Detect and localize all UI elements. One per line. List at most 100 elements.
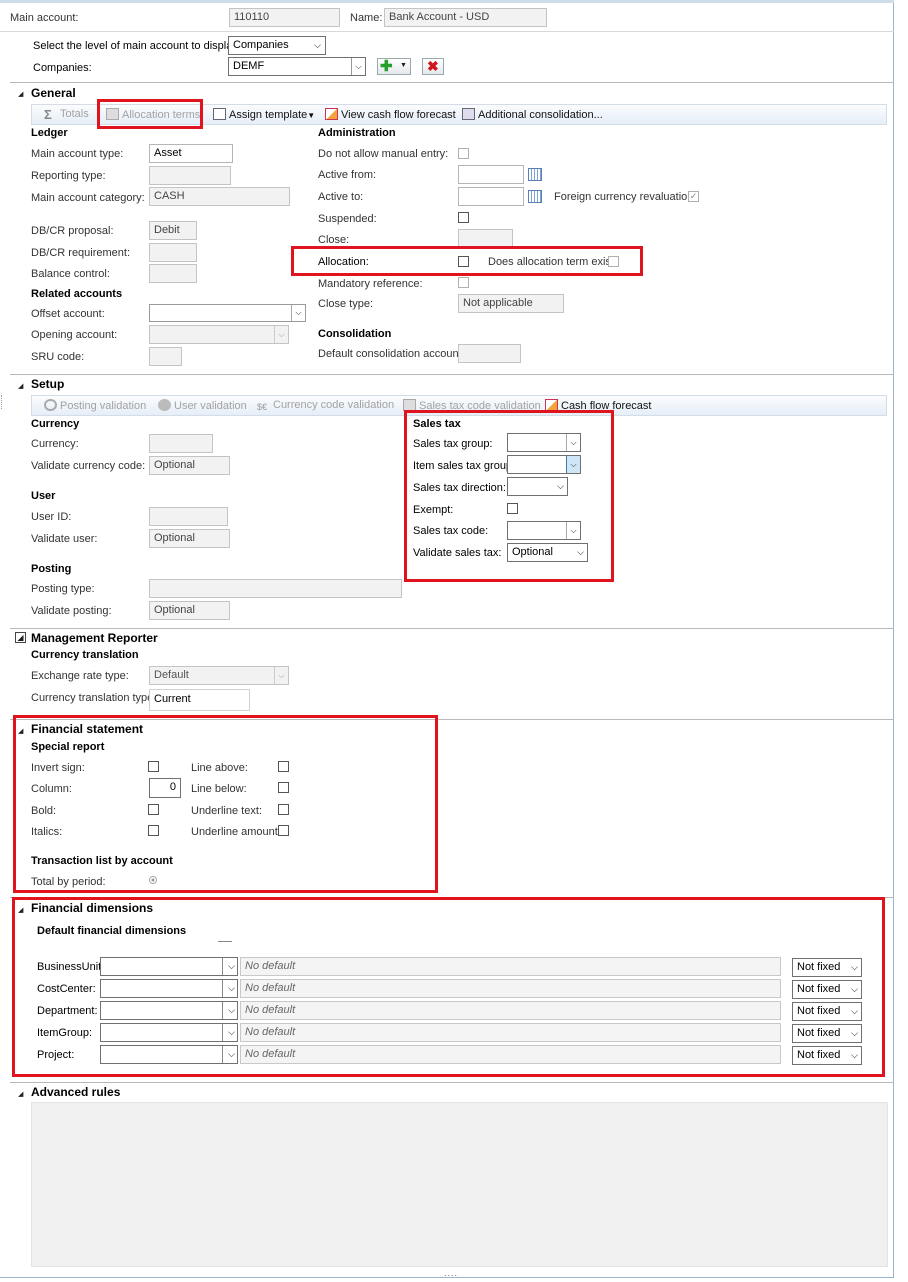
currency-translation-title: Currency translation: [31, 649, 139, 661]
setup-section-title[interactable]: Setup: [31, 377, 64, 391]
advanced-rules-panel: [31, 1102, 888, 1267]
mgmt-reporter-section-title[interactable]: Management Reporter: [31, 631, 158, 645]
active-to-label: Active to:: [318, 191, 364, 203]
calendar-icon[interactable]: [528, 168, 542, 181]
validate-posting-field[interactable]: Optional: [149, 601, 230, 620]
validate-user-field[interactable]: Optional: [149, 529, 230, 548]
close-type-field[interactable]: Not applicable: [458, 294, 564, 313]
dbcr-requirement-label: DB/CR requirement:: [31, 247, 131, 259]
companies-select[interactable]: DEMF ⌵: [228, 57, 366, 76]
plus-icon: ✚: [380, 58, 393, 75]
advanced-rules-section-title[interactable]: Advanced rules: [31, 1085, 120, 1099]
expand-mgmt-reporter-icon[interactable]: ◢: [15, 632, 26, 643]
user-id-label: User ID:: [31, 511, 72, 523]
highlight-financial-statement: [13, 715, 438, 893]
reporting-type-field[interactable]: [149, 166, 231, 185]
dbcr-proposal-label: DB/CR proposal:: [31, 225, 114, 237]
main-account-field[interactable]: 110110: [229, 8, 340, 27]
active-from-label: Active from:: [318, 169, 377, 181]
dbcr-proposal-field[interactable]: Debit: [149, 221, 197, 240]
add-company-button[interactable]: ✚ ▼: [377, 58, 411, 75]
chart-icon: [325, 108, 338, 120]
mandatory-reference-checkbox[interactable]: [458, 277, 469, 288]
main-account-category-field[interactable]: CASH: [149, 187, 290, 206]
user-id-field[interactable]: [149, 507, 228, 526]
no-manual-entry-checkbox[interactable]: [458, 148, 469, 159]
suspended-label: Suspended:: [318, 213, 377, 225]
general-section-title[interactable]: General: [31, 86, 76, 100]
calendar-icon[interactable]: [528, 190, 542, 203]
translation-type-field[interactable]: Current: [149, 689, 250, 711]
name-field[interactable]: Bank Account - USD: [384, 8, 547, 27]
sigma-icon: Σ: [44, 107, 52, 122]
level-select[interactable]: Companies ⌵: [228, 36, 326, 55]
posting-title: Posting: [31, 563, 72, 575]
main-account-category-label: Main account category:: [31, 192, 145, 204]
chevron-down-icon: ⌵: [314, 40, 321, 50]
additional-consolidation-button[interactable]: Additional consolidation...: [462, 108, 603, 121]
companies-label: Companies:: [33, 62, 92, 74]
highlight-sales-tax: [404, 410, 614, 582]
highlight-allocation: [291, 246, 643, 276]
dropdown-arrow-icon: ▼: [400, 62, 407, 69]
top-border: [0, 0, 894, 3]
offset-account-label: Offset account:: [31, 308, 105, 320]
close-label: Close:: [318, 234, 350, 246]
collapse-setup-icon[interactable]: ◢: [18, 382, 23, 390]
reporting-type-label: Reporting type:: [31, 170, 106, 182]
view-cash-flow-button[interactable]: View cash flow forecast: [325, 108, 456, 121]
totals-button[interactable]: Σ Totals: [44, 108, 89, 121]
currency-validation-button[interactable]: $€ Currency code validation: [257, 399, 394, 413]
highlight-financial-dimensions: [12, 897, 885, 1077]
chevron-down-icon: ⌵: [274, 326, 288, 343]
chevron-down-icon: ⌵: [291, 305, 305, 321]
main-account-type-field[interactable]: Asset: [149, 144, 233, 163]
splitter-handle[interactable]: [1, 395, 3, 409]
sru-code-label: SRU code:: [31, 351, 85, 363]
main-account-type-label: Main account type:: [31, 148, 124, 160]
validate-currency-field[interactable]: Optional: [149, 456, 230, 475]
close-type-label: Close type:: [318, 298, 374, 310]
no-manual-entry-label: Do not allow manual entry:: [318, 148, 449, 160]
currency-label: Currency:: [31, 438, 79, 450]
opening-account-select[interactable]: ⌵: [149, 325, 289, 344]
chevron-down-icon: ⌵: [274, 667, 288, 684]
user-icon: [158, 399, 171, 411]
exchange-rate-type-label: Exchange rate type:: [31, 670, 129, 682]
opening-account-label: Opening account:: [31, 329, 118, 341]
active-from-field[interactable]: [458, 165, 524, 184]
currency-field[interactable]: [149, 434, 213, 453]
highlight-allocation-terms: [97, 99, 203, 129]
active-to-field[interactable]: [458, 187, 524, 206]
posting-validation-button[interactable]: Posting validation: [44, 399, 146, 412]
main-account-label: Main account:: [10, 12, 79, 24]
validate-user-label: Validate user:: [31, 533, 98, 545]
dbcr-requirement-field[interactable]: [149, 243, 197, 262]
resize-grip[interactable]: ....: [444, 1268, 458, 1278]
assign-template-button[interactable]: Assign template▼: [213, 108, 315, 121]
remove-company-button[interactable]: ✖: [422, 58, 444, 75]
default-consolidation-field[interactable]: [458, 344, 521, 363]
currency-icon: $€: [257, 402, 268, 412]
offset-account-select[interactable]: ⌵: [149, 304, 306, 322]
administration-title: Administration: [318, 127, 396, 139]
balance-control-label: Balance control:: [31, 268, 110, 280]
collapse-advanced-icon[interactable]: ◢: [18, 1090, 23, 1098]
fx-revaluation-checkbox[interactable]: ✓: [688, 191, 699, 202]
posting-type-field[interactable]: [149, 579, 402, 598]
validate-currency-label: Validate currency code:: [31, 460, 146, 472]
consolidation-title: Consolidation: [318, 328, 392, 340]
ledger-title: Ledger: [31, 127, 68, 139]
consolidation-icon: [462, 108, 475, 120]
level-label: Select the level of main account to disp…: [33, 40, 241, 52]
default-consolidation-label: Default consolidation account:: [318, 348, 465, 360]
collapse-general-icon[interactable]: ◢: [18, 90, 23, 98]
user-title: User: [31, 490, 56, 502]
exchange-rate-type-select[interactable]: Default ⌵: [149, 666, 289, 685]
name-label: Name:: [350, 12, 383, 24]
user-validation-button[interactable]: User validation: [158, 399, 247, 412]
sru-code-field[interactable]: [149, 347, 182, 366]
balance-control-field[interactable]: [149, 264, 197, 283]
refresh-icon: [44, 399, 57, 411]
suspended-checkbox[interactable]: [458, 212, 469, 223]
